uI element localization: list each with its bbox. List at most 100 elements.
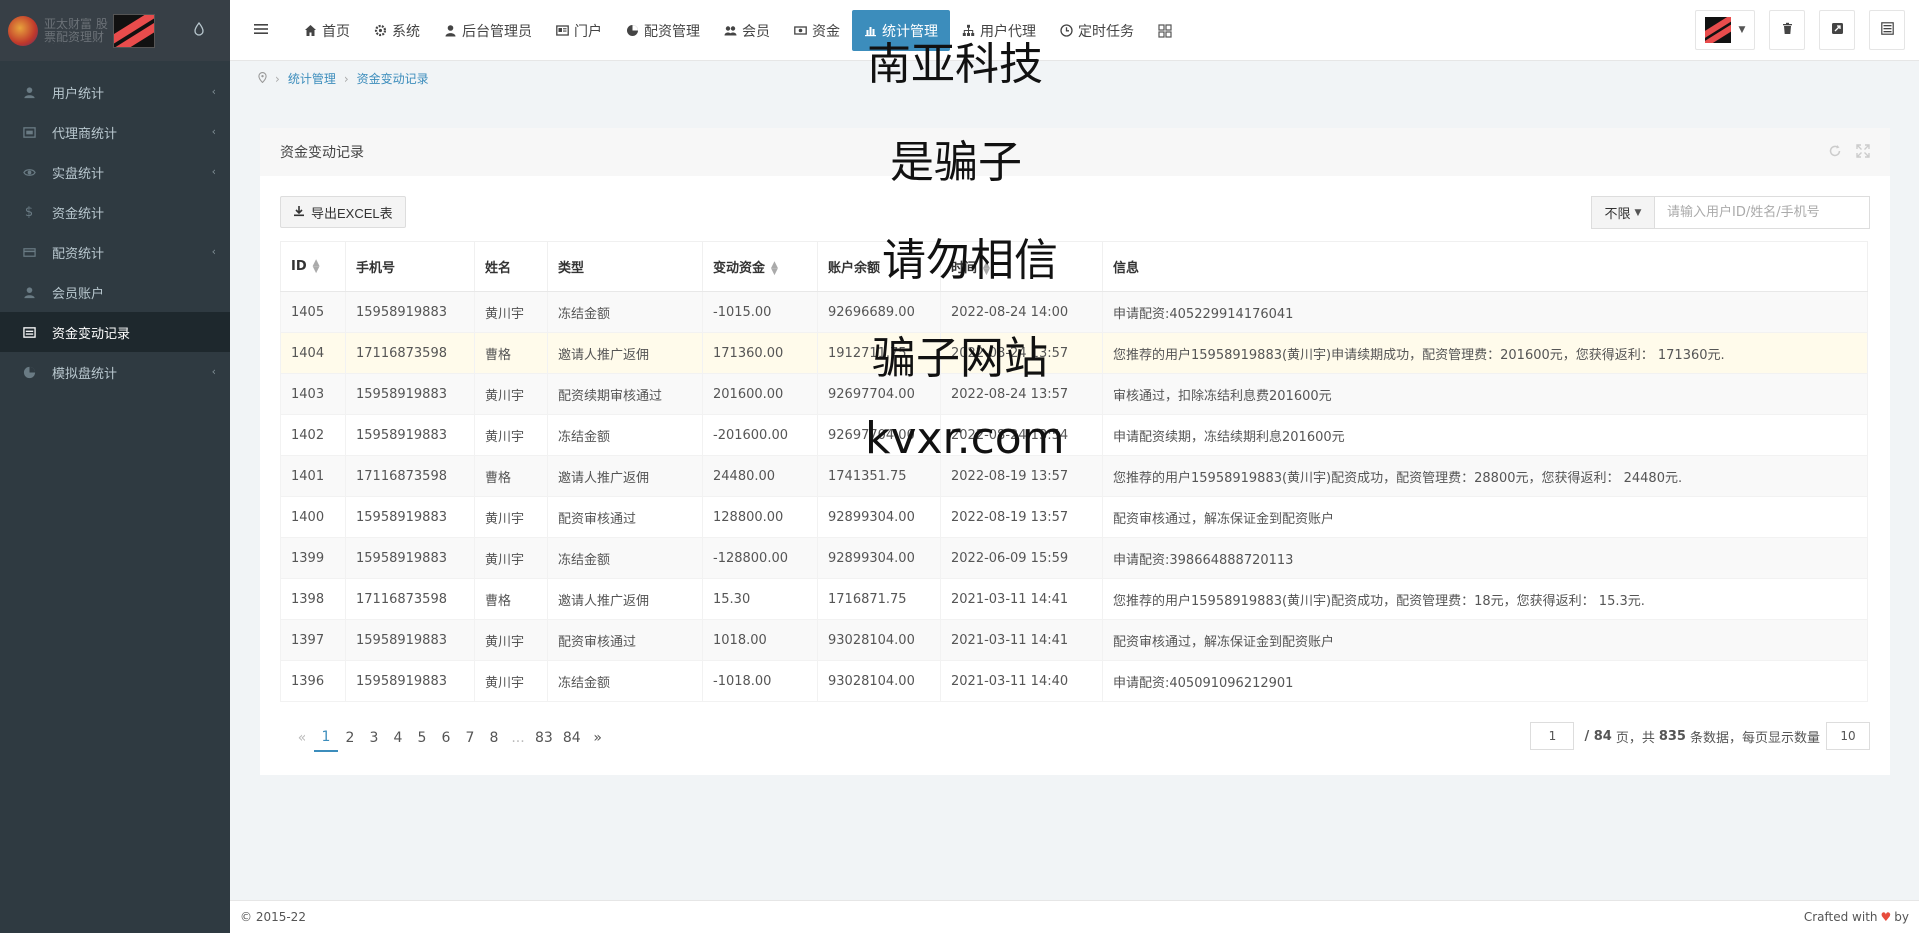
nav-leverage-mgmt[interactable]: 配资管理 bbox=[614, 10, 712, 51]
sidebar-item-fund-stats[interactable]: $ 资金统计 bbox=[0, 192, 230, 232]
nav-portal[interactable]: 门户 bbox=[544, 10, 614, 51]
sidebar-item-fund-change-log[interactable]: 资金变动记录 bbox=[0, 312, 230, 352]
table-row[interactable]: 1405 15958919883 黄川宇 冻结金额 -1015.00 92696689.0… bbox=[280, 291, 1868, 333]
pagination-page[interactable]: 84 bbox=[558, 724, 586, 752]
pagination-page[interactable]: 8 bbox=[482, 724, 506, 752]
refresh-icon[interactable] bbox=[1828, 144, 1842, 162]
cell-id: 1404 bbox=[280, 332, 346, 374]
cell-id: 1396 bbox=[280, 660, 346, 702]
sidebar-item-real-stats[interactable]: 实盘统计 ‹ bbox=[0, 152, 230, 192]
pagination-page[interactable]: 83 bbox=[530, 724, 558, 752]
filter-dropdown[interactable]: 不限 ▼ bbox=[1591, 196, 1655, 229]
cell-name: 黄川宇 bbox=[474, 537, 548, 579]
column-header-amount[interactable]: 变动资金 ▲ ▼ bbox=[702, 241, 818, 292]
table-row[interactable]: 1403 15958919883 黄川宇 配资续期审核通过 201600.00 92697… bbox=[280, 373, 1868, 415]
search-input[interactable] bbox=[1655, 196, 1870, 229]
pagination-page[interactable]: 3 bbox=[362, 724, 386, 752]
cell-amount: -201600.00 bbox=[702, 414, 818, 456]
fullscreen-icon[interactable] bbox=[1856, 144, 1870, 162]
card-icon bbox=[22, 245, 36, 259]
nav-label: 首页 bbox=[322, 23, 350, 40]
open-site-button[interactable] bbox=[1819, 10, 1855, 50]
chevron-left-icon: ‹ bbox=[211, 85, 216, 98]
sidebar-item-agent-stats[interactable]: 代理商统计 ‹ bbox=[0, 112, 230, 152]
nav-members[interactable]: 会员 bbox=[712, 10, 782, 51]
nav-label: 定时任务 bbox=[1078, 23, 1134, 40]
cell-phone: 15958919883 bbox=[345, 373, 475, 415]
sidebar-item-demo-stats[interactable]: 模拟盘统计 ‹ bbox=[0, 352, 230, 392]
cell-type: 邀请人推广返佣 bbox=[547, 578, 703, 620]
nav-funds[interactable]: 资金 bbox=[782, 10, 852, 51]
table-row[interactable]: 1397 15958919883 黄川宇 配资审核通过 1018.00 93028104.… bbox=[280, 619, 1868, 661]
table-row[interactable]: 1396 15958919883 黄川宇 冻结金额 -1018.00 93028104.0… bbox=[280, 660, 1868, 702]
nav-admins[interactable]: 后台管理员 bbox=[432, 10, 544, 51]
brand-logo-text: 亚太财富 股票配资理财系统 bbox=[44, 17, 108, 44]
caret-down-icon: ▼ bbox=[1738, 25, 1746, 35]
cell-time: 2022-08-24 13:57 bbox=[940, 332, 1103, 374]
cell-name: 曹格 bbox=[474, 332, 548, 374]
cell-phone: 15958919883 bbox=[345, 291, 475, 333]
cell-phone: 15958919883 bbox=[345, 619, 475, 661]
cell-balance: 93028104.00 bbox=[817, 619, 941, 661]
fund-change-panel: 资金变动记录 导出EXCEL表 不限 ▼ ID▲▼ 手机号 姓名 类型 变动资金… bbox=[260, 128, 1890, 775]
cell-balance: 1716871.75 bbox=[817, 578, 941, 620]
cell-type: 冻结金额 bbox=[547, 537, 703, 579]
sidebar-item-label: 代理商统计 bbox=[52, 126, 118, 142]
cell-time: 2021-03-11 14:41 bbox=[940, 619, 1103, 661]
table-row[interactable]: 1401 17116873598 曹格 邀请人推广返佣 24480.00 1741351.… bbox=[280, 455, 1868, 497]
clear-cache-button[interactable] bbox=[1769, 10, 1805, 50]
brand-badge-icon bbox=[113, 14, 155, 48]
breadcrumb-fund-change-log[interactable]: 资金变动记录 bbox=[357, 70, 429, 87]
nav-stats-mgmt[interactable]: 统计管理 bbox=[852, 10, 950, 51]
panel-title: 资金变动记录 bbox=[280, 145, 364, 161]
export-excel-button[interactable]: 导出EXCEL表 bbox=[280, 196, 406, 228]
user-menu-button[interactable]: ▼ bbox=[1695, 10, 1755, 50]
nav-system[interactable]: 系统 bbox=[362, 10, 432, 51]
search-group: 不限 ▼ bbox=[1591, 196, 1870, 229]
nav-scheduled-tasks[interactable]: 定时任务 bbox=[1048, 10, 1146, 51]
pagination-page[interactable]: 1 bbox=[314, 724, 338, 752]
pagination-prev[interactable]: « bbox=[290, 724, 314, 752]
table-row[interactable]: 1404 17116873598 曹格 邀请人推广返佣 171360.00 1912711… bbox=[280, 332, 1868, 374]
table-row[interactable]: 1399 15958919883 黄川宇 冻结金额 -128800.00 92899304… bbox=[280, 537, 1868, 579]
bar-chart-icon bbox=[864, 24, 877, 37]
breadcrumb-stats-mgmt[interactable]: 统计管理 bbox=[288, 70, 336, 87]
count-word: 条数据，每页显示数量 bbox=[1689, 730, 1820, 746]
settings-panel-button[interactable] bbox=[1869, 10, 1905, 50]
cell-name: 黄川宇 bbox=[474, 660, 548, 702]
download-icon bbox=[293, 205, 311, 220]
table-row[interactable]: 1400 15958919883 黄川宇 配资审核通过 128800.00 9289930… bbox=[280, 496, 1868, 538]
agent-icon bbox=[22, 125, 36, 139]
cell-amount: 24480.00 bbox=[702, 455, 818, 497]
money-icon bbox=[794, 24, 807, 37]
column-header-time[interactable]: 时间 ▲ ▼ bbox=[940, 241, 1103, 292]
cell-id: 1401 bbox=[280, 455, 346, 497]
nav-more[interactable] bbox=[1146, 10, 1184, 51]
menu-toggle-icon[interactable] bbox=[254, 22, 268, 36]
pagination-page[interactable]: 7 bbox=[458, 724, 482, 752]
cell-type: 冻结金额 bbox=[547, 660, 703, 702]
page-size-input[interactable]: 10 bbox=[1826, 722, 1870, 750]
caret-down-icon: ▼ bbox=[1634, 207, 1642, 218]
cell-time: 2021-03-11 14:40 bbox=[940, 660, 1103, 702]
grid-icon bbox=[1158, 23, 1172, 38]
sidebar-item-member-account[interactable]: 会员账户 bbox=[0, 272, 230, 312]
map-marker-icon[interactable] bbox=[258, 71, 267, 86]
page-jump-input[interactable]: 1 bbox=[1530, 722, 1575, 750]
nav-user-agents[interactable]: 用户代理 bbox=[950, 10, 1048, 51]
nav-home[interactable]: 首页 bbox=[292, 10, 362, 51]
pagination-page[interactable]: 2 bbox=[338, 724, 362, 752]
pagination-page[interactable]: 6 bbox=[434, 724, 458, 752]
table-row[interactable]: 1398 17116873598 曹格 邀请人推广返佣 15.30 1716871.75 2… bbox=[280, 578, 1868, 620]
theme-drop-icon[interactable] bbox=[194, 21, 204, 36]
sidebar-logo[interactable]: 亚太财富 股票配资理财系统 bbox=[0, 0, 230, 61]
sidebar-item-leverage-stats[interactable]: 配资统计 ‹ bbox=[0, 232, 230, 272]
table-row[interactable]: 1402 15958919883 黄川宇 冻结金额 -201600.00 92697704… bbox=[280, 414, 1868, 456]
pagination-page[interactable]: 4 bbox=[386, 724, 410, 752]
sidebar-item-user-stats[interactable]: 用户统计 ‹ bbox=[0, 72, 230, 112]
pagination-next[interactable]: » bbox=[586, 724, 610, 752]
pagination-page[interactable]: 5 bbox=[410, 724, 434, 752]
portal-icon bbox=[556, 24, 569, 37]
cell-amount: 15.30 bbox=[702, 578, 818, 620]
column-header-id[interactable]: ID ▲ ▼ bbox=[280, 241, 346, 292]
